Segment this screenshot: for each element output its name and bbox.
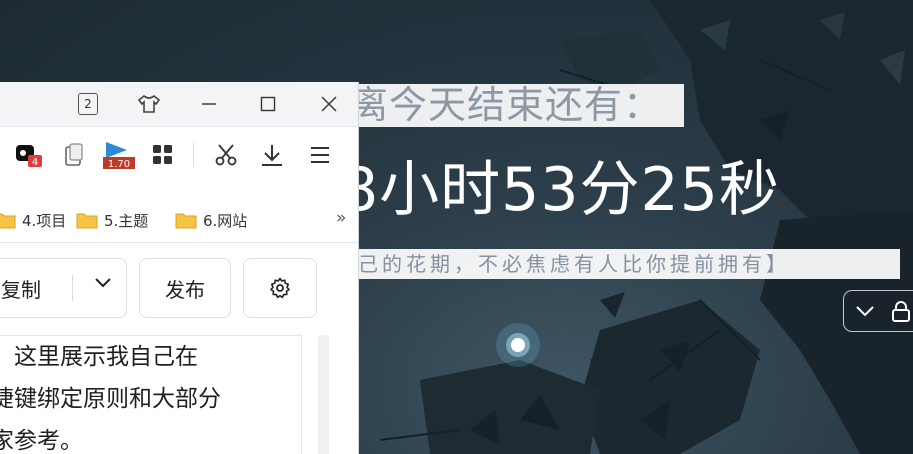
maximize-button[interactable] [255, 92, 281, 116]
bookmark-label: 4.项目 [22, 211, 67, 230]
title-bar: 2 [0, 82, 358, 126]
editor-actions: 复制 发布 [0, 258, 358, 320]
extension-icon: 4 [16, 145, 42, 168]
skin-button[interactable] [136, 92, 162, 116]
publish-label: 发布 [165, 277, 205, 302]
copy-button[interactable]: 复制 [0, 258, 127, 318]
apps-grid-button[interactable] [149, 141, 177, 169]
folder-icon [0, 213, 16, 229]
extension-flag-icon: 1.70 [103, 142, 135, 170]
apps-grid-icon [153, 145, 172, 164]
article-preview[interactable]: 这里展示我自己在 捷键绑定原则和大部分 家参考。 [0, 335, 302, 454]
minimize-button[interactable] [196, 92, 222, 116]
bookmark-label: 6.网站 [203, 211, 248, 230]
close-button[interactable] [316, 92, 342, 116]
download-button[interactable] [258, 141, 286, 169]
extension-button[interactable]: 4 [14, 141, 42, 169]
chevron-down-icon[interactable] [94, 277, 112, 289]
gear-icon [270, 277, 290, 299]
content-line: 捷键绑定原则和大部分 [0, 386, 221, 412]
publish-button[interactable]: 发布 [139, 258, 231, 318]
svg-text:1.70: 1.70 [108, 159, 130, 170]
folder-icon [76, 213, 98, 229]
bookmark-folder-sites[interactable]: 6.网站 [175, 208, 247, 232]
folder-icon [175, 213, 197, 229]
scissors-icon [215, 144, 237, 166]
bookmarks-overflow-button[interactable]: » [336, 208, 346, 228]
toolbar-divider [0, 242, 358, 243]
skin-icon [137, 94, 161, 113]
browser-window: 2 4 1.70 4.项目 5.主题 6.网站 » 复制 发布 这里展示我自己在… [0, 82, 359, 454]
download-icon [262, 145, 282, 166]
svg-text:4: 4 [32, 157, 38, 168]
maximize-icon [260, 96, 276, 112]
countdown-quote: 己的花期，不必焦虑有人比你提前拥有】 [300, 249, 900, 279]
menu-button[interactable] [306, 141, 334, 169]
close-icon [321, 96, 337, 112]
bookmark-folder-themes[interactable]: 5.主题 [76, 208, 148, 232]
settings-button[interactable] [243, 258, 317, 318]
chevron-down-icon[interactable] [854, 300, 876, 322]
button-separator [72, 275, 73, 301]
toolbar-separator [193, 143, 194, 167]
bookmark-label: 5.主题 [104, 211, 149, 230]
scrollbar[interactable] [318, 335, 329, 454]
menu-icon [311, 147, 329, 163]
content-line: 家参考。 [0, 428, 83, 454]
tab-counter-button[interactable]: 2 [75, 92, 101, 116]
countdown-time: 8小时53分25秒 [340, 155, 780, 225]
extension-flag-button[interactable]: 1.70 [103, 141, 135, 170]
widget-controls [843, 290, 913, 332]
bookmarks-bar: 4.项目 5.主题 6.网站 » [0, 200, 358, 240]
lock-icon[interactable] [890, 300, 912, 322]
tab-counter-icon: 2 [78, 93, 98, 115]
clipboard-button[interactable] [60, 141, 88, 169]
clipboard-icon [65, 143, 83, 166]
minimize-icon [202, 103, 216, 105]
browser-toolbar: 4 1.70 [0, 126, 358, 183]
copy-label: 复制 [1, 277, 41, 302]
screenshot-button[interactable] [212, 141, 240, 169]
bookmark-folder-projects[interactable]: 4.项目 [0, 208, 66, 232]
content-line: 这里展示我自己在 [0, 344, 198, 370]
